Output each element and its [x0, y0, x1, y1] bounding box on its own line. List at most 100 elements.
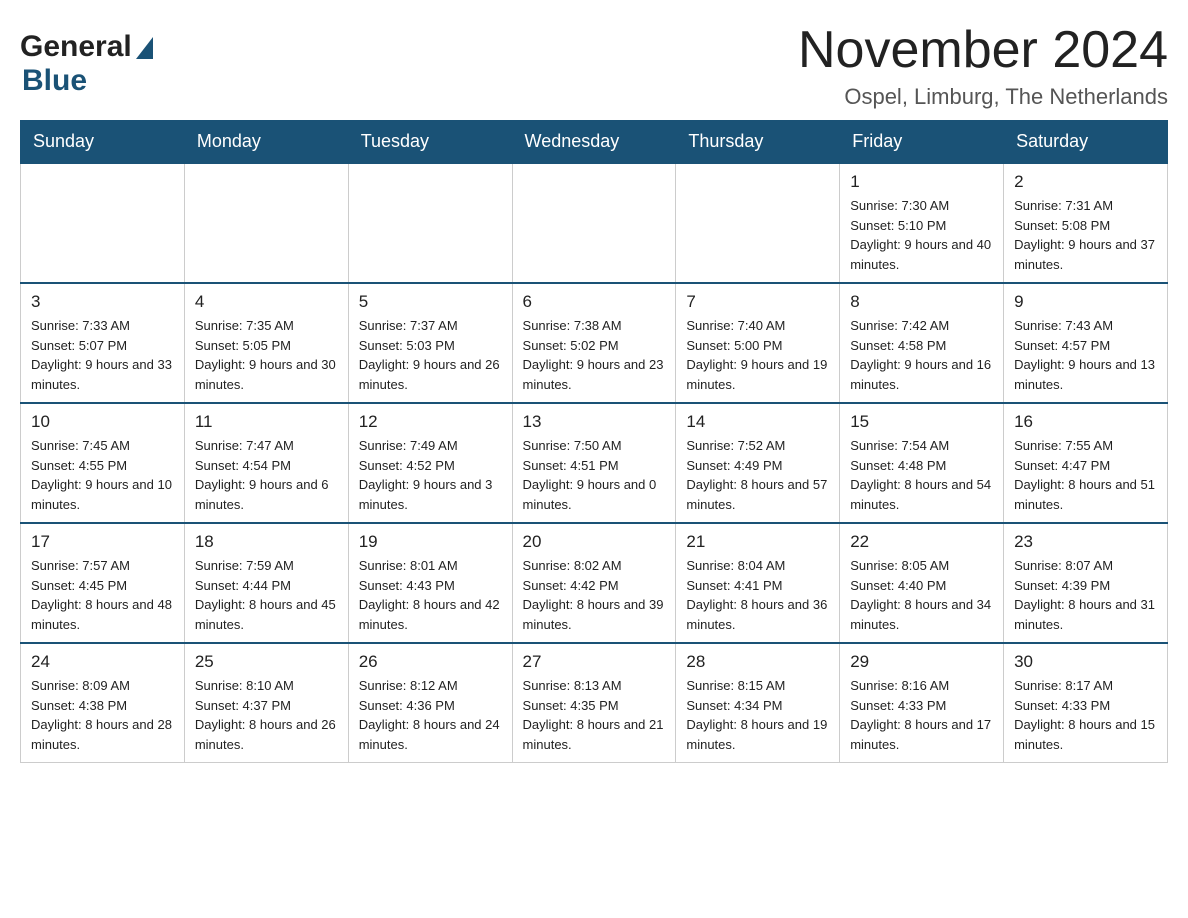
day-number: 17	[31, 532, 174, 552]
day-number: 14	[686, 412, 829, 432]
logo: General Blue	[20, 30, 153, 98]
day-number: 27	[523, 652, 666, 672]
day-info: Sunrise: 7:37 AMSunset: 5:03 PMDaylight:…	[359, 316, 502, 394]
day-info: Sunrise: 8:07 AMSunset: 4:39 PMDaylight:…	[1014, 556, 1157, 634]
day-info: Sunrise: 7:31 AMSunset: 5:08 PMDaylight:…	[1014, 196, 1157, 274]
calendar-day-cell: 20 Sunrise: 8:02 AMSunset: 4:42 PMDayligh…	[512, 523, 676, 643]
calendar-day-header: Friday	[840, 121, 1004, 164]
calendar-week-row: 1 Sunrise: 7:30 AMSunset: 5:10 PMDaylight…	[21, 163, 1168, 283]
calendar-day-cell: 12 Sunrise: 7:49 AMSunset: 4:52 PMDayligh…	[348, 403, 512, 523]
calendar-day-cell	[348, 163, 512, 283]
calendar-day-cell: 10Sunrise: 7:45 AMSunset: 4:55 PMDayligh…	[21, 403, 185, 523]
day-number: 3	[31, 292, 174, 312]
day-info: Sunrise: 8:01 AMSunset: 4:43 PMDaylight:…	[359, 556, 502, 634]
calendar-day-cell: 28 Sunrise: 8:15 AMSunset: 4:34 PMDayligh…	[676, 643, 840, 763]
day-number: 24	[31, 652, 174, 672]
day-info: Sunrise: 7:54 AMSunset: 4:48 PMDaylight:…	[850, 436, 993, 514]
calendar-day-header: Tuesday	[348, 121, 512, 164]
day-info: Sunrise: 7:40 AMSunset: 5:00 PMDaylight:…	[686, 316, 829, 394]
calendar-day-cell	[21, 163, 185, 283]
day-number: 5	[359, 292, 502, 312]
calendar-day-cell	[184, 163, 348, 283]
day-number: 1	[850, 172, 993, 192]
day-number: 19	[359, 532, 502, 552]
day-info: Sunrise: 7:45 AMSunset: 4:55 PMDaylight:…	[31, 436, 174, 514]
calendar-day-cell: 14 Sunrise: 7:52 AMSunset: 4:49 PMDayligh…	[676, 403, 840, 523]
day-info: Sunrise: 8:15 AMSunset: 4:34 PMDaylight:…	[686, 676, 829, 754]
calendar-day-cell: 3 Sunrise: 7:33 AMSunset: 5:07 PMDaylight…	[21, 283, 185, 403]
calendar-day-header: Wednesday	[512, 121, 676, 164]
day-number: 16	[1014, 412, 1157, 432]
calendar-day-header: Monday	[184, 121, 348, 164]
day-info: Sunrise: 8:17 AMSunset: 4:33 PMDaylight:…	[1014, 676, 1157, 754]
day-info: Sunrise: 7:33 AMSunset: 5:07 PMDaylight:…	[31, 316, 174, 394]
calendar-day-cell	[676, 163, 840, 283]
calendar-day-cell: 22 Sunrise: 8:05 AMSunset: 4:40 PMDayligh…	[840, 523, 1004, 643]
calendar-day-header: Saturday	[1004, 121, 1168, 164]
day-info: Sunrise: 7:49 AMSunset: 4:52 PMDaylight:…	[359, 436, 502, 514]
calendar-day-cell	[512, 163, 676, 283]
calendar-day-cell: 29 Sunrise: 8:16 AMSunset: 4:33 PMDayligh…	[840, 643, 1004, 763]
day-number: 15	[850, 412, 993, 432]
day-info: Sunrise: 7:35 AMSunset: 5:05 PMDaylight:…	[195, 316, 338, 394]
calendar-day-cell: 25 Sunrise: 8:10 AMSunset: 4:37 PMDayligh…	[184, 643, 348, 763]
calendar-day-cell: 30 Sunrise: 8:17 AMSunset: 4:33 PMDayligh…	[1004, 643, 1168, 763]
day-number: 6	[523, 292, 666, 312]
calendar-week-row: 17 Sunrise: 7:57 AMSunset: 4:45 PMDayligh…	[21, 523, 1168, 643]
calendar-header-row: SundayMondayTuesdayWednesdayThursdayFrid…	[21, 121, 1168, 164]
day-info: Sunrise: 7:43 AMSunset: 4:57 PMDaylight:…	[1014, 316, 1157, 394]
day-number: 4	[195, 292, 338, 312]
day-number: 8	[850, 292, 993, 312]
location-subtitle: Ospel, Limburg, The Netherlands	[798, 84, 1168, 110]
calendar-day-header: Sunday	[21, 121, 185, 164]
logo-arrow-icon	[136, 37, 153, 59]
logo-blue-text: Blue	[22, 64, 153, 98]
calendar-day-cell: 23Sunrise: 8:07 AMSunset: 4:39 PMDayligh…	[1004, 523, 1168, 643]
calendar-day-cell: 5 Sunrise: 7:37 AMSunset: 5:03 PMDaylight…	[348, 283, 512, 403]
page-header: General Blue November 2024 Ospel, Limbur…	[20, 20, 1168, 110]
day-info: Sunrise: 7:57 AMSunset: 4:45 PMDaylight:…	[31, 556, 174, 634]
calendar-week-row: 24 Sunrise: 8:09 AMSunset: 4:38 PMDayligh…	[21, 643, 1168, 763]
day-number: 28	[686, 652, 829, 672]
day-info: Sunrise: 8:09 AMSunset: 4:38 PMDaylight:…	[31, 676, 174, 754]
day-info: Sunrise: 7:55 AMSunset: 4:47 PMDaylight:…	[1014, 436, 1157, 514]
calendar-day-cell: 24 Sunrise: 8:09 AMSunset: 4:38 PMDayligh…	[21, 643, 185, 763]
calendar-day-cell: 13 Sunrise: 7:50 AMSunset: 4:51 PMDayligh…	[512, 403, 676, 523]
day-info: Sunrise: 8:02 AMSunset: 4:42 PMDaylight:…	[523, 556, 666, 634]
day-number: 22	[850, 532, 993, 552]
day-info: Sunrise: 8:16 AMSunset: 4:33 PMDaylight:…	[850, 676, 993, 754]
day-info: Sunrise: 7:30 AMSunset: 5:10 PMDaylight:…	[850, 196, 993, 274]
day-number: 20	[523, 532, 666, 552]
calendar-day-cell: 19 Sunrise: 8:01 AMSunset: 4:43 PMDayligh…	[348, 523, 512, 643]
calendar-day-cell: 8Sunrise: 7:42 AMSunset: 4:58 PMDaylight…	[840, 283, 1004, 403]
title-area: November 2024 Ospel, Limburg, The Nether…	[798, 20, 1168, 110]
calendar-day-cell: 1 Sunrise: 7:30 AMSunset: 5:10 PMDaylight…	[840, 163, 1004, 283]
day-number: 2	[1014, 172, 1157, 192]
month-year-title: November 2024	[798, 20, 1168, 80]
day-number: 13	[523, 412, 666, 432]
day-info: Sunrise: 7:52 AMSunset: 4:49 PMDaylight:…	[686, 436, 829, 514]
day-info: Sunrise: 8:12 AMSunset: 4:36 PMDaylight:…	[359, 676, 502, 754]
day-number: 30	[1014, 652, 1157, 672]
day-info: Sunrise: 7:38 AMSunset: 5:02 PMDaylight:…	[523, 316, 666, 394]
day-info: Sunrise: 7:47 AMSunset: 4:54 PMDaylight:…	[195, 436, 338, 514]
day-info: Sunrise: 7:50 AMSunset: 4:51 PMDaylight:…	[523, 436, 666, 514]
day-number: 29	[850, 652, 993, 672]
day-info: Sunrise: 8:05 AMSunset: 4:40 PMDaylight:…	[850, 556, 993, 634]
calendar-day-cell: 7Sunrise: 7:40 AMSunset: 5:00 PMDaylight…	[676, 283, 840, 403]
calendar-day-cell: 18Sunrise: 7:59 AMSunset: 4:44 PMDayligh…	[184, 523, 348, 643]
calendar-day-cell: 27Sunrise: 8:13 AMSunset: 4:35 PMDayligh…	[512, 643, 676, 763]
calendar-day-cell: 2 Sunrise: 7:31 AMSunset: 5:08 PMDaylight…	[1004, 163, 1168, 283]
calendar-day-cell: 4 Sunrise: 7:35 AMSunset: 5:05 PMDaylight…	[184, 283, 348, 403]
calendar-week-row: 3 Sunrise: 7:33 AMSunset: 5:07 PMDaylight…	[21, 283, 1168, 403]
day-number: 21	[686, 532, 829, 552]
day-info: Sunrise: 8:10 AMSunset: 4:37 PMDaylight:…	[195, 676, 338, 754]
day-info: Sunrise: 7:59 AMSunset: 4:44 PMDaylight:…	[195, 556, 338, 634]
day-info: Sunrise: 8:04 AMSunset: 4:41 PMDaylight:…	[686, 556, 829, 634]
day-number: 25	[195, 652, 338, 672]
calendar-day-cell: 17 Sunrise: 7:57 AMSunset: 4:45 PMDayligh…	[21, 523, 185, 643]
calendar-table: SundayMondayTuesdayWednesdayThursdayFrid…	[20, 120, 1168, 763]
calendar-week-row: 10Sunrise: 7:45 AMSunset: 4:55 PMDayligh…	[21, 403, 1168, 523]
calendar-day-cell: 16 Sunrise: 7:55 AMSunset: 4:47 PMDayligh…	[1004, 403, 1168, 523]
day-number: 12	[359, 412, 502, 432]
